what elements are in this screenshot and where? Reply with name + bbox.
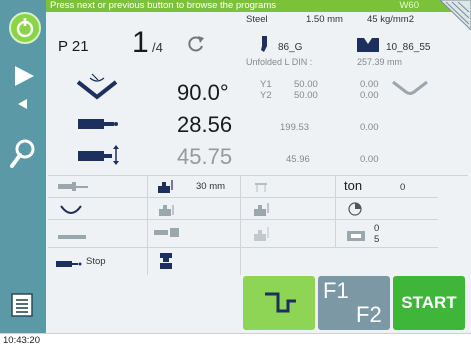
parallelism-icon[interactable] xyxy=(253,224,271,242)
f1-label: F1 xyxy=(323,278,349,303)
die-name: 10_86_55 xyxy=(386,42,431,53)
y2-value: 50.00 xyxy=(294,90,318,101)
tool-change-icon[interactable] xyxy=(154,226,180,240)
message-bar: Press next or previous button to browse … xyxy=(46,0,471,12)
status-bar: 10:43:20 xyxy=(0,333,471,348)
start-label: START xyxy=(401,293,457,312)
angle-correction-2: 0.00 xyxy=(360,90,379,101)
sheet-icon[interactable] xyxy=(58,228,86,239)
ton-label: ton xyxy=(344,178,363,193)
material-name: Steel xyxy=(246,14,268,25)
start-button[interactable]: START xyxy=(393,276,465,330)
material-thickness: 1.50 mm xyxy=(306,14,343,25)
counter-value-a[interactable]: 0 xyxy=(374,223,379,234)
table-icon[interactable] xyxy=(254,180,268,192)
backgauge-x-correction: 0.00 xyxy=(360,122,379,133)
step-number: 1 xyxy=(132,26,149,59)
bend-angle[interactable]: 90.0° xyxy=(177,80,229,106)
message-text: Press next or previous button to browse … xyxy=(50,0,277,11)
stop-label[interactable]: Stop xyxy=(86,256,106,267)
pressure-icon[interactable] xyxy=(253,201,271,217)
punch-icon xyxy=(259,36,269,54)
clock: 10:43:20 xyxy=(3,335,40,346)
refresh-icon[interactable] xyxy=(186,34,206,54)
clamp-icon[interactable] xyxy=(158,252,174,270)
next-program-icon[interactable] xyxy=(12,64,36,88)
bend-shape-icon[interactable] xyxy=(60,203,82,215)
power-icon[interactable] xyxy=(9,12,41,44)
material-strength: 45 kg/mm2 xyxy=(367,14,414,25)
backgauge-r-reference: 45.96 xyxy=(286,154,310,165)
y1-value: 50.00 xyxy=(294,79,318,90)
timer-icon[interactable] xyxy=(347,201,363,217)
message-code: W60 xyxy=(399,0,419,11)
bend-angle-icon xyxy=(76,72,118,102)
list-icon[interactable] xyxy=(11,293,33,317)
backgauge-x-icon xyxy=(78,117,120,131)
y2-label: Y2 xyxy=(260,90,272,101)
unfolded-value: 257.39 mm xyxy=(357,57,403,67)
speed-change-icon[interactable] xyxy=(58,180,88,192)
backgauge-r-icon xyxy=(78,144,120,166)
die-icon xyxy=(357,38,379,52)
unfolded-label: Unfolded L DIN : xyxy=(246,57,313,67)
counter-value-b[interactable]: 5 xyxy=(374,234,379,245)
search-icon[interactable] xyxy=(8,137,38,169)
counter-icon[interactable] xyxy=(347,229,367,241)
opening-height-icon[interactable] xyxy=(157,178,175,194)
crowning-icon xyxy=(392,78,428,98)
bend-sequence-icon xyxy=(265,292,296,313)
angle-correction-1: 0.00 xyxy=(360,79,379,90)
f2-label: F2 xyxy=(356,302,382,327)
backgauge-r-value[interactable]: 45.75 xyxy=(177,144,232,170)
f1-f2-button[interactable]: F1 F2 xyxy=(318,276,390,330)
previous-program-icon[interactable] xyxy=(16,97,30,111)
corner-menu-icon[interactable] xyxy=(439,0,471,31)
y1-label: Y1 xyxy=(260,79,272,90)
step-total: /4 xyxy=(152,40,163,55)
punch-name: 86_G xyxy=(278,42,303,53)
backgauge-r-correction: 0.00 xyxy=(360,154,379,165)
opening-gap-value[interactable]: 30 mm xyxy=(196,181,225,192)
decompression-icon[interactable] xyxy=(158,201,176,217)
backgauge-x-reference: 199.53 xyxy=(280,122,310,133)
backgauge-x-value[interactable]: 28.56 xyxy=(177,112,232,138)
program-label: P 21 xyxy=(58,38,89,55)
bend-sequence-button[interactable] xyxy=(243,276,315,330)
stop-icon[interactable] xyxy=(56,256,82,267)
ton-value[interactable]: 0 xyxy=(400,182,405,193)
